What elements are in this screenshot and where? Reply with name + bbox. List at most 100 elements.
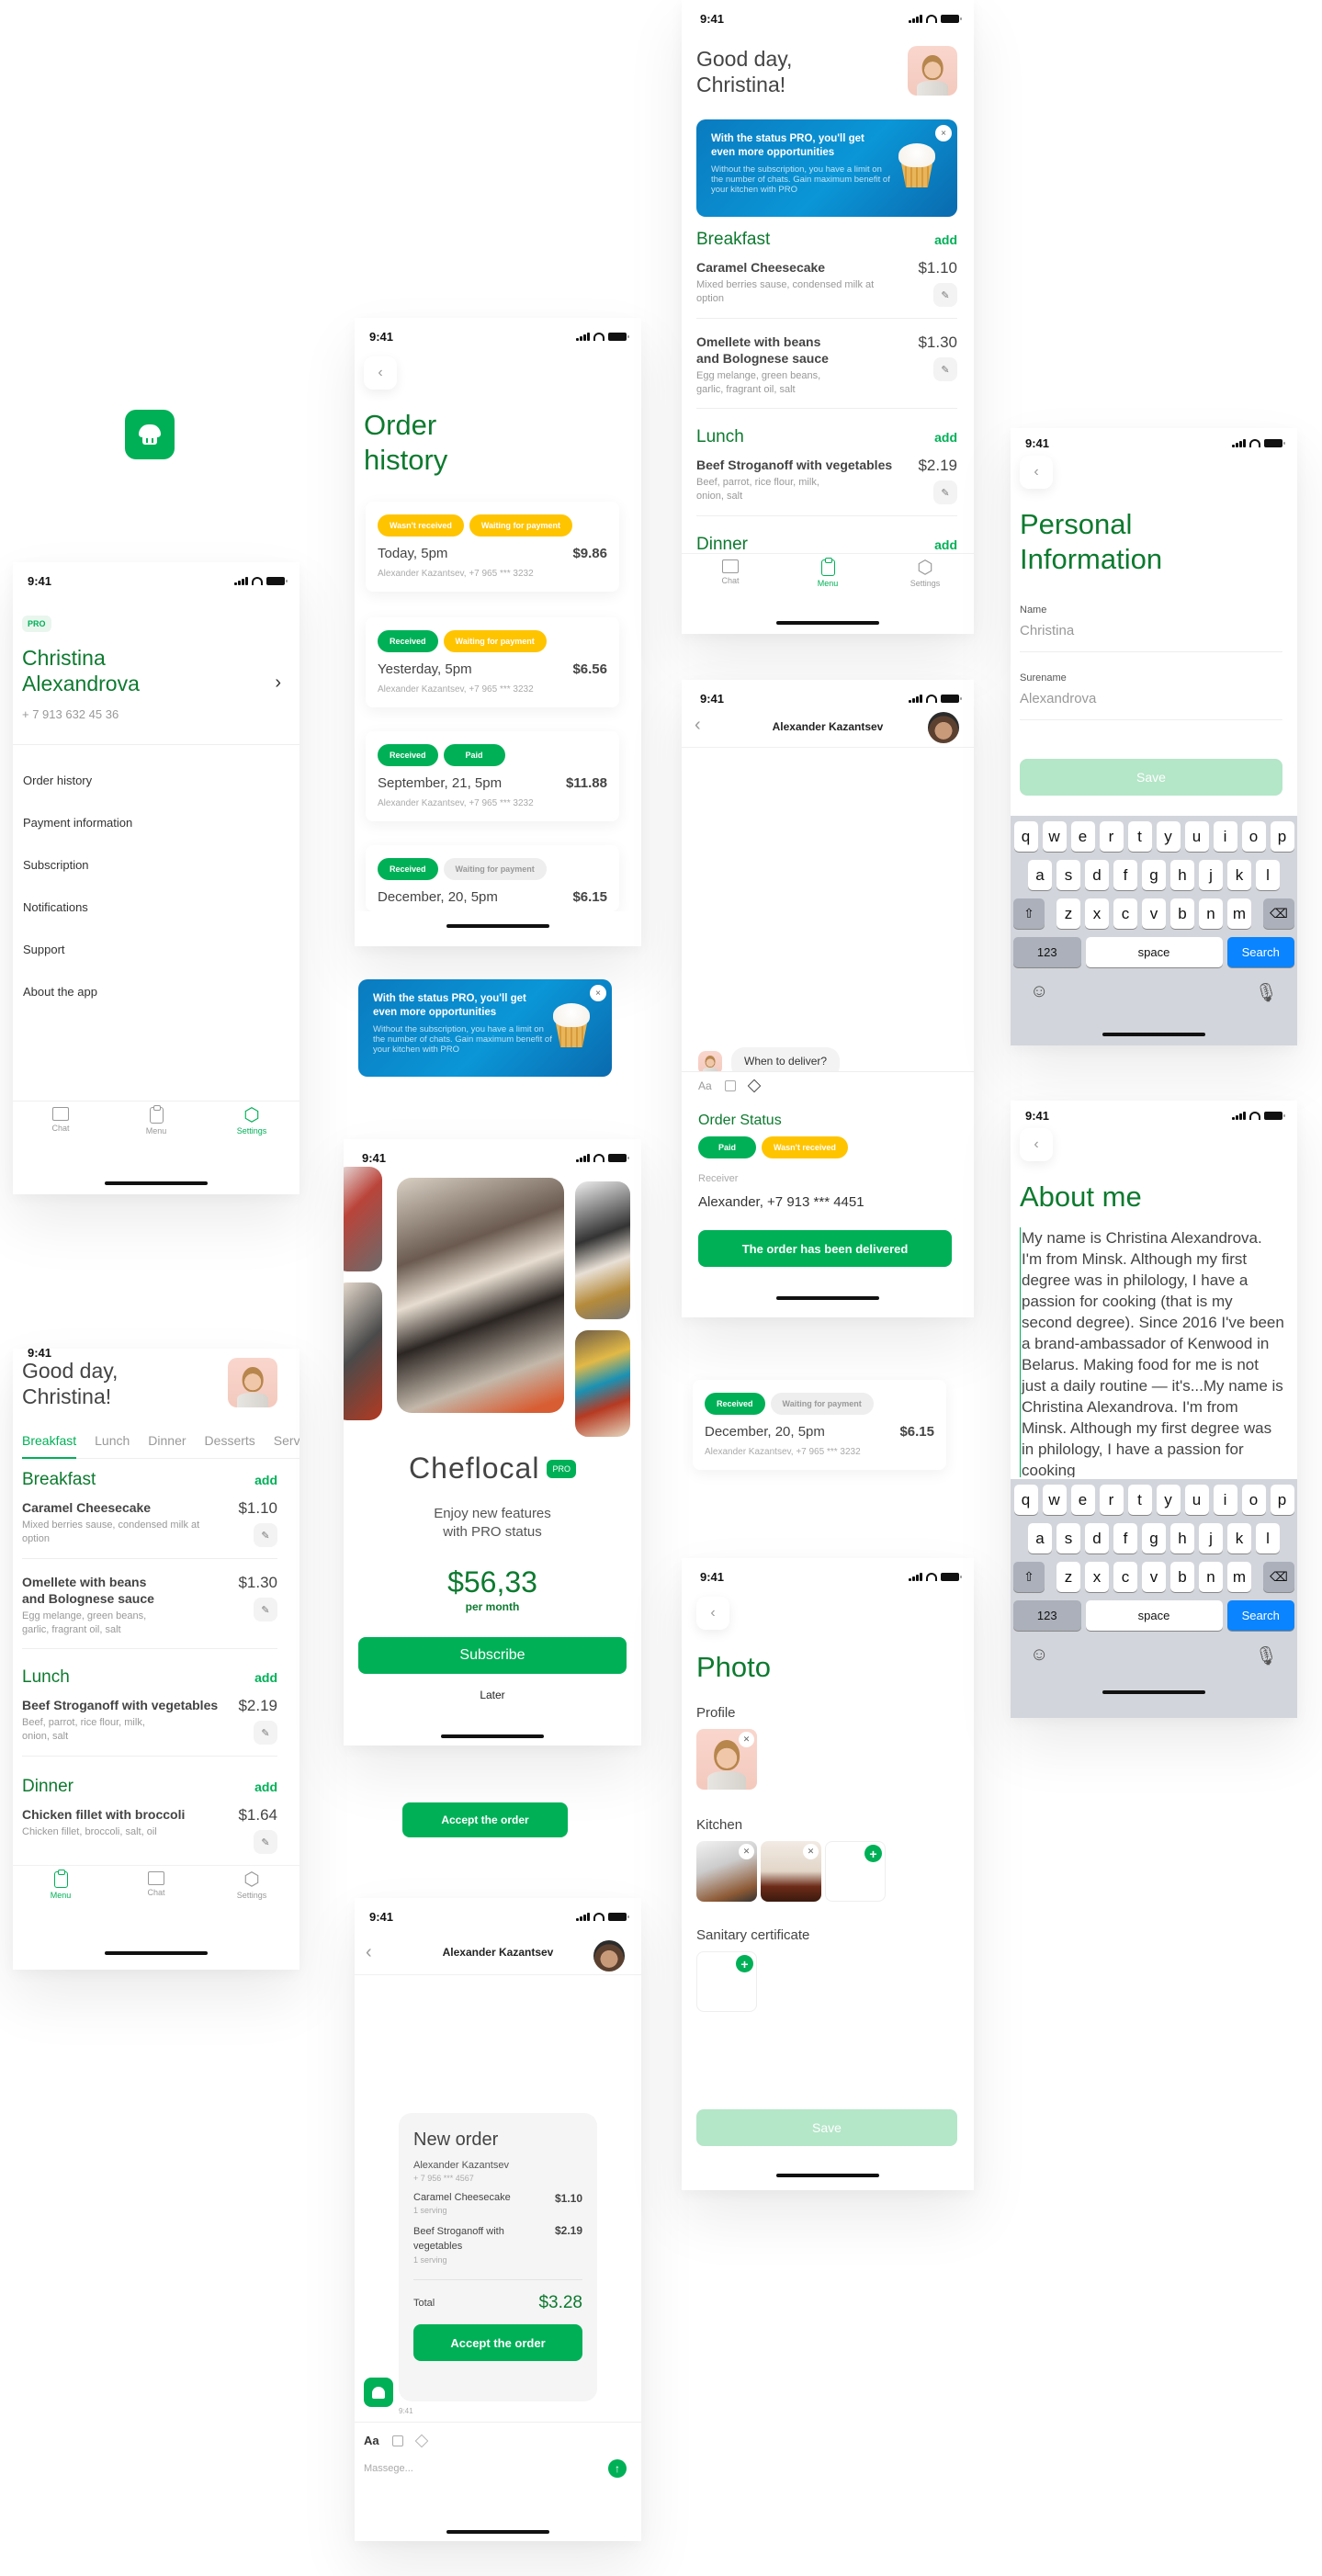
back-button[interactable]: ‹ xyxy=(364,356,397,390)
subscribe-button[interactable]: Subscribe xyxy=(358,1637,627,1674)
microphone-icon[interactable]: 🎙 xyxy=(1255,981,1278,1016)
later-button[interactable]: Later xyxy=(344,1689,641,1701)
add-kitchen-photo[interactable]: + xyxy=(825,1841,886,1902)
tab-chat[interactable]: Chat xyxy=(682,554,779,599)
tab-breakfast[interactable]: Breakfast xyxy=(22,1433,77,1459)
add-button[interactable]: add xyxy=(934,232,957,247)
box-icon[interactable] xyxy=(747,1079,761,1093)
key-d[interactable]: d xyxy=(1085,860,1109,890)
accept-order-button[interactable]: Accept the order xyxy=(402,1802,568,1837)
text-format-icon[interactable]: Aa xyxy=(364,2434,379,2447)
key-m[interactable]: m xyxy=(1227,898,1251,929)
key-w[interactable]: w xyxy=(1042,821,1067,852)
key-j[interactable]: j xyxy=(1199,860,1223,890)
key-m[interactable]: m xyxy=(1227,1562,1251,1592)
key-c[interactable]: c xyxy=(1113,1562,1137,1592)
tab-settings[interactable]: ⬡ Settings xyxy=(204,1866,299,1911)
delete-key[interactable]: ⌫ xyxy=(1263,898,1294,929)
contact-avatar[interactable] xyxy=(928,712,959,743)
app-icon[interactable] xyxy=(125,410,175,459)
order-card[interactable]: Received Waiting for payment December, 20… xyxy=(366,845,619,911)
pencil-icon[interactable]: ✎ xyxy=(254,1523,277,1547)
key-x[interactable]: x xyxy=(1085,1562,1109,1592)
order-delivered-button[interactable]: The order has been delivered xyxy=(698,1230,952,1267)
key-d[interactable]: d xyxy=(1085,1523,1109,1554)
key-u[interactable]: u xyxy=(1184,1485,1209,1515)
key-y[interactable]: y xyxy=(1156,1485,1181,1515)
pro-promo-banner[interactable]: With the status PRO, you'll get even mor… xyxy=(696,119,957,217)
key-g[interactable]: g xyxy=(1142,1523,1166,1554)
remove-icon[interactable]: ✕ xyxy=(803,1844,819,1859)
tab-serv[interactable]: Serv xyxy=(274,1433,299,1458)
order-card[interactable]: Wasn't received Waiting for payment Today… xyxy=(366,502,619,592)
close-icon[interactable]: × xyxy=(935,125,952,141)
key-e[interactable]: e xyxy=(1070,1485,1095,1515)
tab-lunch[interactable]: Lunch xyxy=(95,1433,130,1458)
pro-promo-banner[interactable]: With the status PRO, you'll get even mor… xyxy=(358,979,612,1077)
menu-item-subscription[interactable]: Subscription xyxy=(23,844,132,887)
key-q[interactable]: q xyxy=(1013,1485,1038,1515)
add-button[interactable]: add xyxy=(254,1473,277,1487)
delete-key[interactable]: ⌫ xyxy=(1263,1562,1294,1592)
text-format-icon[interactable]: Aa xyxy=(698,1079,712,1092)
search-key[interactable]: Search xyxy=(1226,937,1294,967)
key-v[interactable]: v xyxy=(1142,898,1166,929)
pencil-icon[interactable]: ✎ xyxy=(254,1598,277,1621)
menu-item-order-history[interactable]: Order history xyxy=(23,760,132,802)
add-button[interactable]: add xyxy=(934,537,957,552)
pencil-icon[interactable]: ✎ xyxy=(933,357,957,381)
microphone-icon[interactable]: 🎙 xyxy=(1255,1644,1278,1679)
tab-dinner[interactable]: Dinner xyxy=(148,1433,186,1458)
order-card[interactable]: Received Paid September, 21, 5pm $11.88 Al… xyxy=(366,731,619,821)
key-h[interactable]: h xyxy=(1170,860,1194,890)
shift-key[interactable]: ⇧ xyxy=(1013,1562,1045,1592)
key-l[interactable]: l xyxy=(1256,1523,1280,1554)
about-textarea[interactable]: My name is Christina Alexandrova. I'm fr… xyxy=(1020,1227,1286,1477)
key-s[interactable]: s xyxy=(1056,860,1080,890)
tab-desserts[interactable]: Desserts xyxy=(205,1433,255,1458)
tab-menu[interactable]: Menu xyxy=(13,1866,108,1911)
profile-name[interactable]: Christina Alexandrova xyxy=(22,645,206,696)
key-l[interactable]: l xyxy=(1256,860,1280,890)
search-key[interactable]: Search xyxy=(1226,1600,1294,1631)
tab-settings[interactable]: ⬡ Settings xyxy=(204,1102,299,1147)
chevron-right-icon[interactable]: › xyxy=(275,672,281,694)
tab-settings[interactable]: ⬡ Settings xyxy=(876,554,974,599)
order-card[interactable]: Received Waiting for payment Yesterday, 5… xyxy=(366,617,619,707)
tab-menu[interactable]: Menu xyxy=(108,1102,204,1147)
emoji-icon[interactable]: ☺ xyxy=(1030,1644,1048,1679)
key-w[interactable]: w xyxy=(1042,1485,1067,1515)
key-f[interactable]: f xyxy=(1113,1523,1137,1554)
key-n[interactable]: n xyxy=(1199,1562,1223,1592)
box-icon[interactable] xyxy=(414,2434,428,2447)
menu-item-support[interactable]: Support xyxy=(23,929,132,971)
key-i[interactable]: i xyxy=(1213,1485,1237,1515)
profile-photo[interactable]: ✕ xyxy=(696,1729,757,1790)
key-o[interactable]: o xyxy=(1241,1485,1266,1515)
remove-icon[interactable]: ✕ xyxy=(739,1732,754,1747)
emoji-icon[interactable]: ☺ xyxy=(1030,981,1048,1016)
pencil-icon[interactable]: ✎ xyxy=(933,283,957,307)
key-k[interactable]: k xyxy=(1227,860,1251,890)
user-avatar[interactable] xyxy=(908,46,957,96)
order-card[interactable]: Received Waiting for payment December, 20… xyxy=(693,1380,946,1470)
key-z[interactable]: z xyxy=(1056,1562,1080,1592)
accept-order-button[interactable]: Accept the order xyxy=(413,2324,582,2361)
key-s[interactable]: s xyxy=(1056,1523,1080,1554)
tab-chat[interactable]: Chat xyxy=(108,1866,204,1911)
space-key[interactable]: space xyxy=(1085,1600,1223,1631)
key-u[interactable]: u xyxy=(1184,821,1209,852)
pencil-icon[interactable]: ✎ xyxy=(933,480,957,504)
numbers-key[interactable]: 123 xyxy=(1013,937,1081,967)
key-n[interactable]: n xyxy=(1199,898,1223,929)
key-a[interactable]: a xyxy=(1028,860,1052,890)
key-t[interactable]: t xyxy=(1127,821,1152,852)
menu-item-notifications[interactable]: Notifications xyxy=(23,887,132,929)
image-icon[interactable] xyxy=(724,1080,736,1091)
pencil-icon[interactable]: ✎ xyxy=(254,1721,277,1745)
kitchen-photo[interactable]: ✕ xyxy=(761,1841,821,1902)
key-a[interactable]: a xyxy=(1028,1523,1052,1554)
plus-icon[interactable]: + xyxy=(864,1845,882,1862)
kitchen-photo[interactable]: ✕ xyxy=(696,1841,757,1902)
shift-key[interactable]: ⇧ xyxy=(1013,898,1045,929)
